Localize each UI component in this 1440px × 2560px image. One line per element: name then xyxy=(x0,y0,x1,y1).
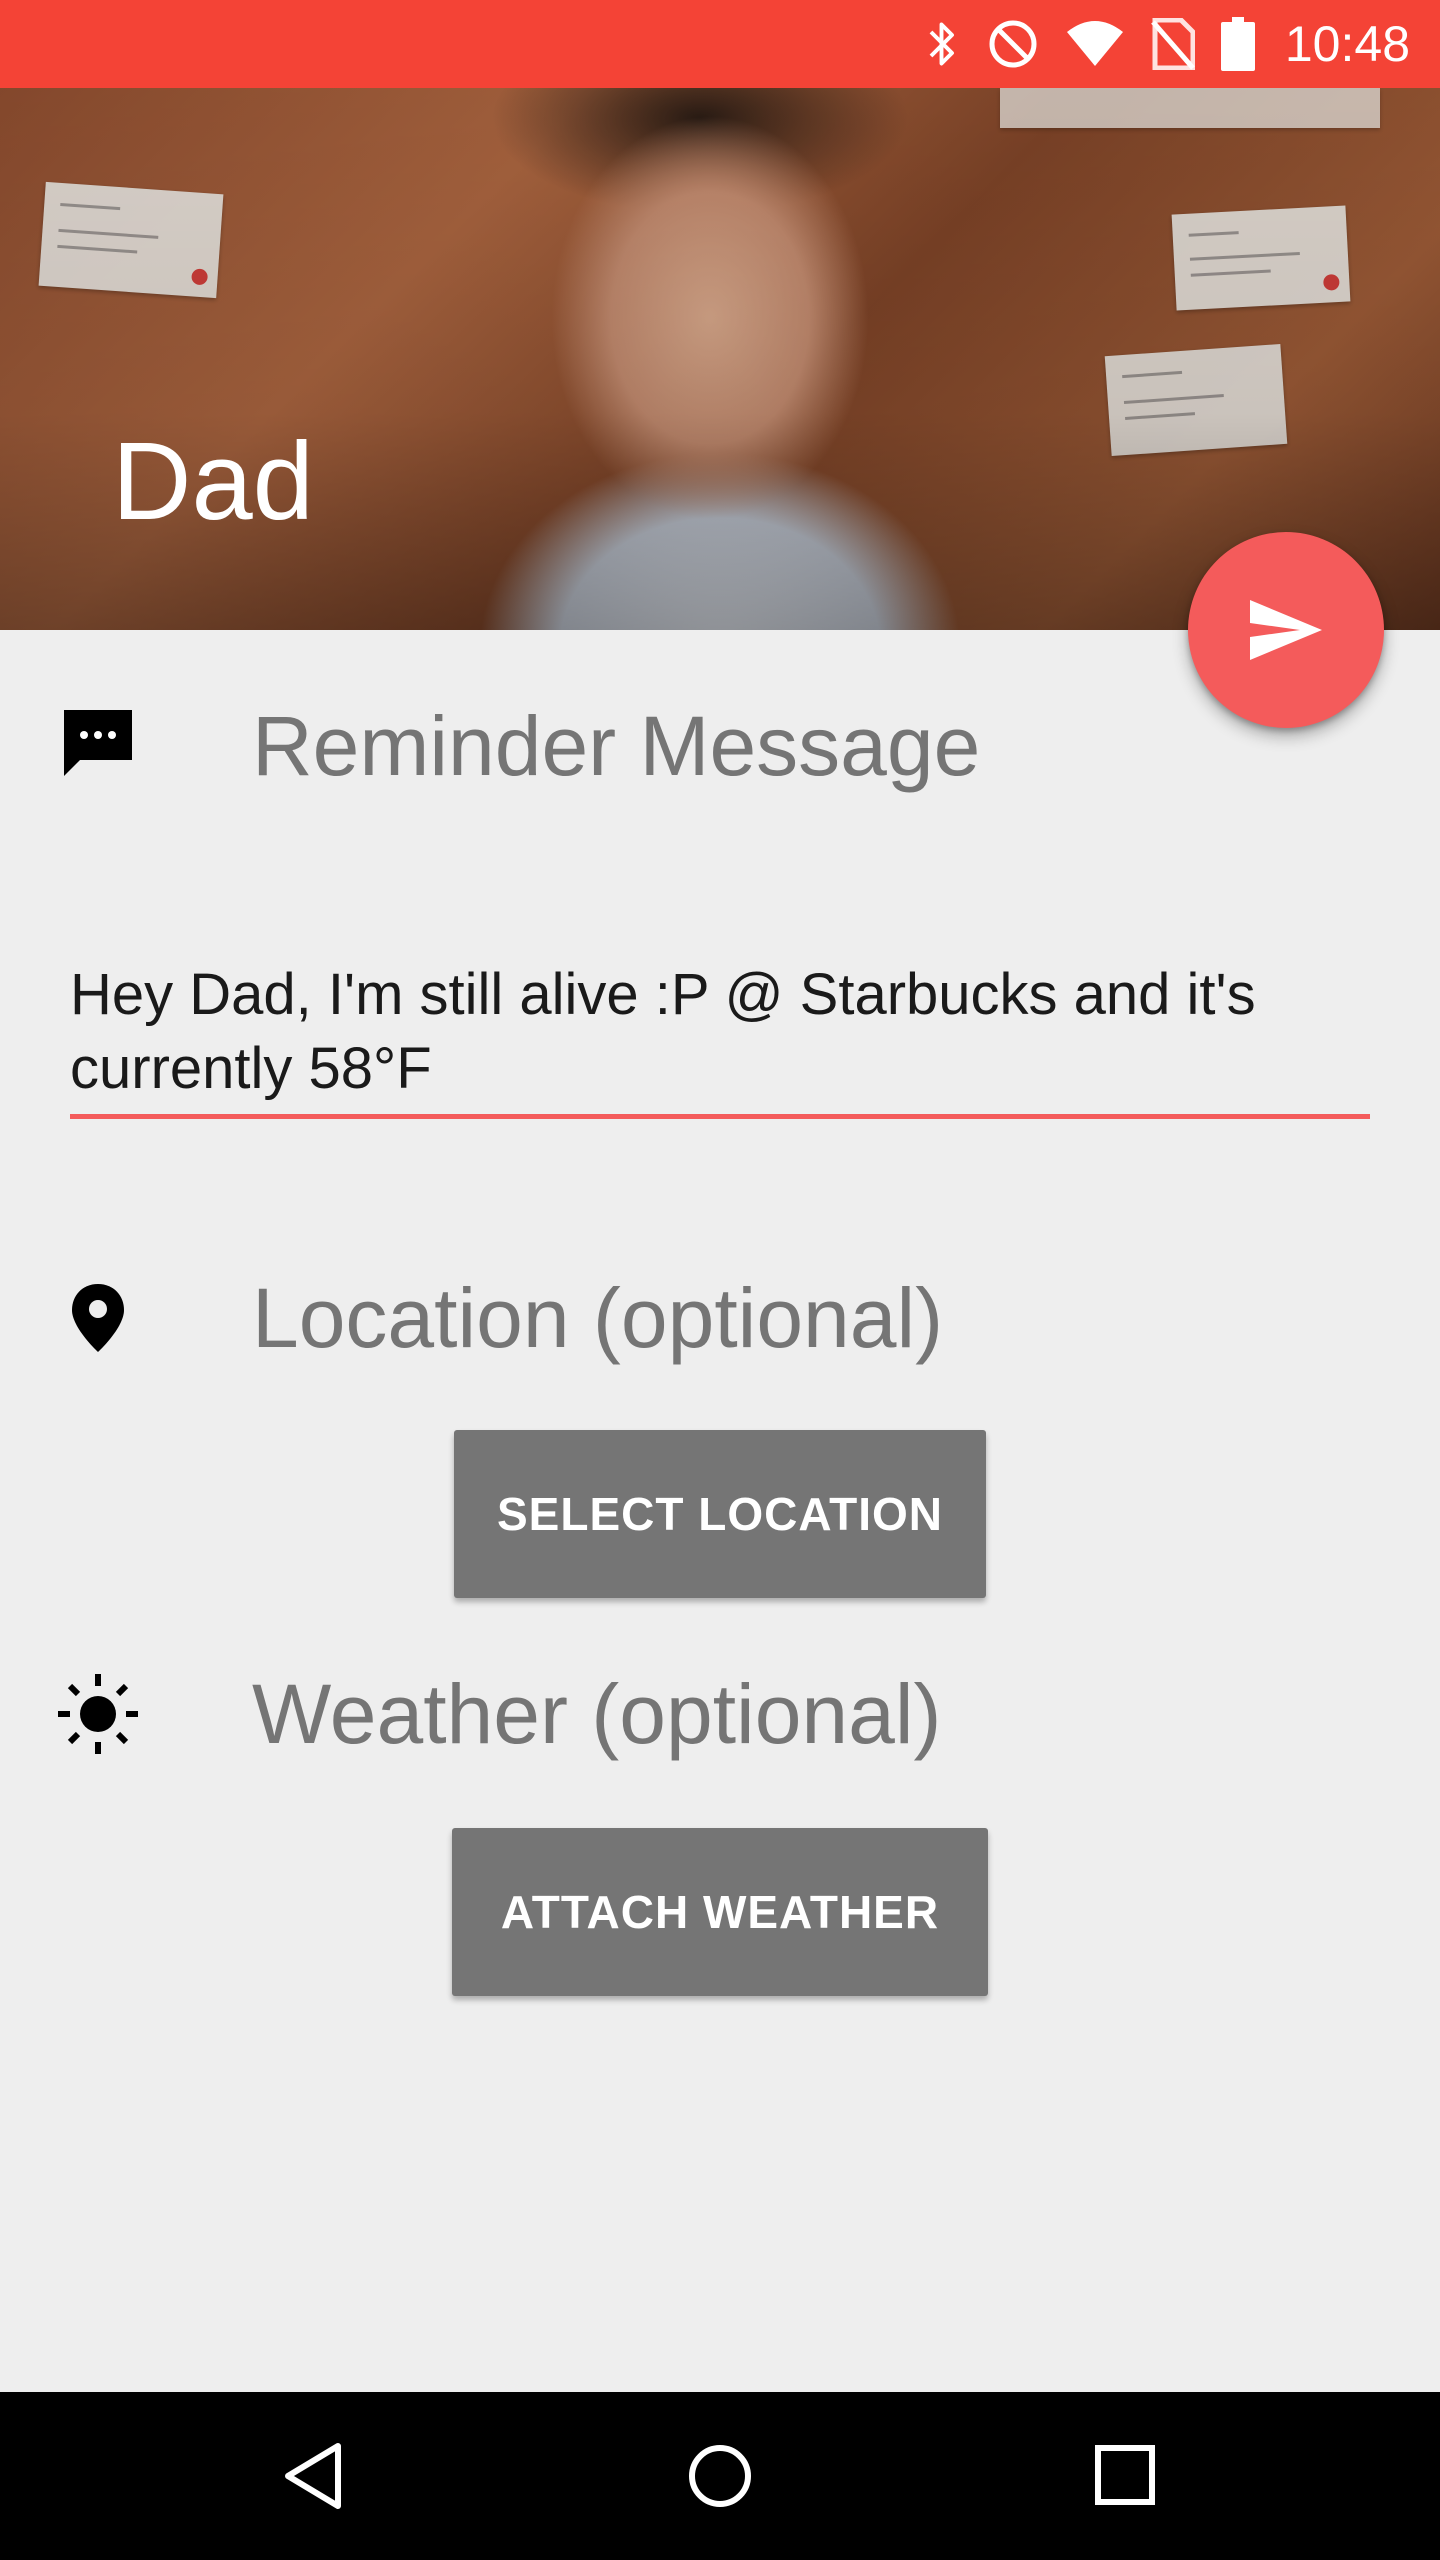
select-location-button[interactable]: SELECT LOCATION xyxy=(454,1430,986,1598)
sun-icon xyxy=(56,1672,140,1761)
battery-icon xyxy=(1220,17,1255,71)
wall-note xyxy=(38,181,224,299)
send-button[interactable] xyxy=(1188,532,1384,728)
location-label: Location (optional) xyxy=(252,1271,944,1365)
do-not-disturb-icon xyxy=(987,18,1039,70)
navigation-bar xyxy=(0,2392,1440,2560)
weather-label: Weather (optional) xyxy=(252,1667,942,1761)
status-time: 10:48 xyxy=(1284,16,1410,72)
location-pin-icon xyxy=(68,1282,128,1359)
input-underline xyxy=(70,1114,1370,1119)
send-icon xyxy=(1250,600,1322,660)
attach-weather-button[interactable]: ATTACH WEATHER xyxy=(452,1828,988,1996)
no-sim-icon xyxy=(1150,18,1195,70)
wall-note xyxy=(1104,343,1288,457)
wall-note xyxy=(1000,88,1380,128)
contact-header-photo: Dad xyxy=(0,88,1440,630)
wifi-icon xyxy=(1065,20,1125,68)
contact-name: Dad xyxy=(112,420,314,543)
status-bar: 10:48 xyxy=(0,0,1440,88)
reminder-message-input[interactable] xyxy=(70,958,1370,1118)
bluetooth-icon xyxy=(925,18,961,70)
reminder-message-label: Reminder Message xyxy=(252,699,981,793)
home-icon[interactable] xyxy=(680,2436,760,2516)
back-icon[interactable] xyxy=(276,2436,356,2516)
recents-icon[interactable] xyxy=(1086,2436,1166,2516)
message-icon xyxy=(60,706,136,785)
wall-note xyxy=(1171,205,1351,311)
